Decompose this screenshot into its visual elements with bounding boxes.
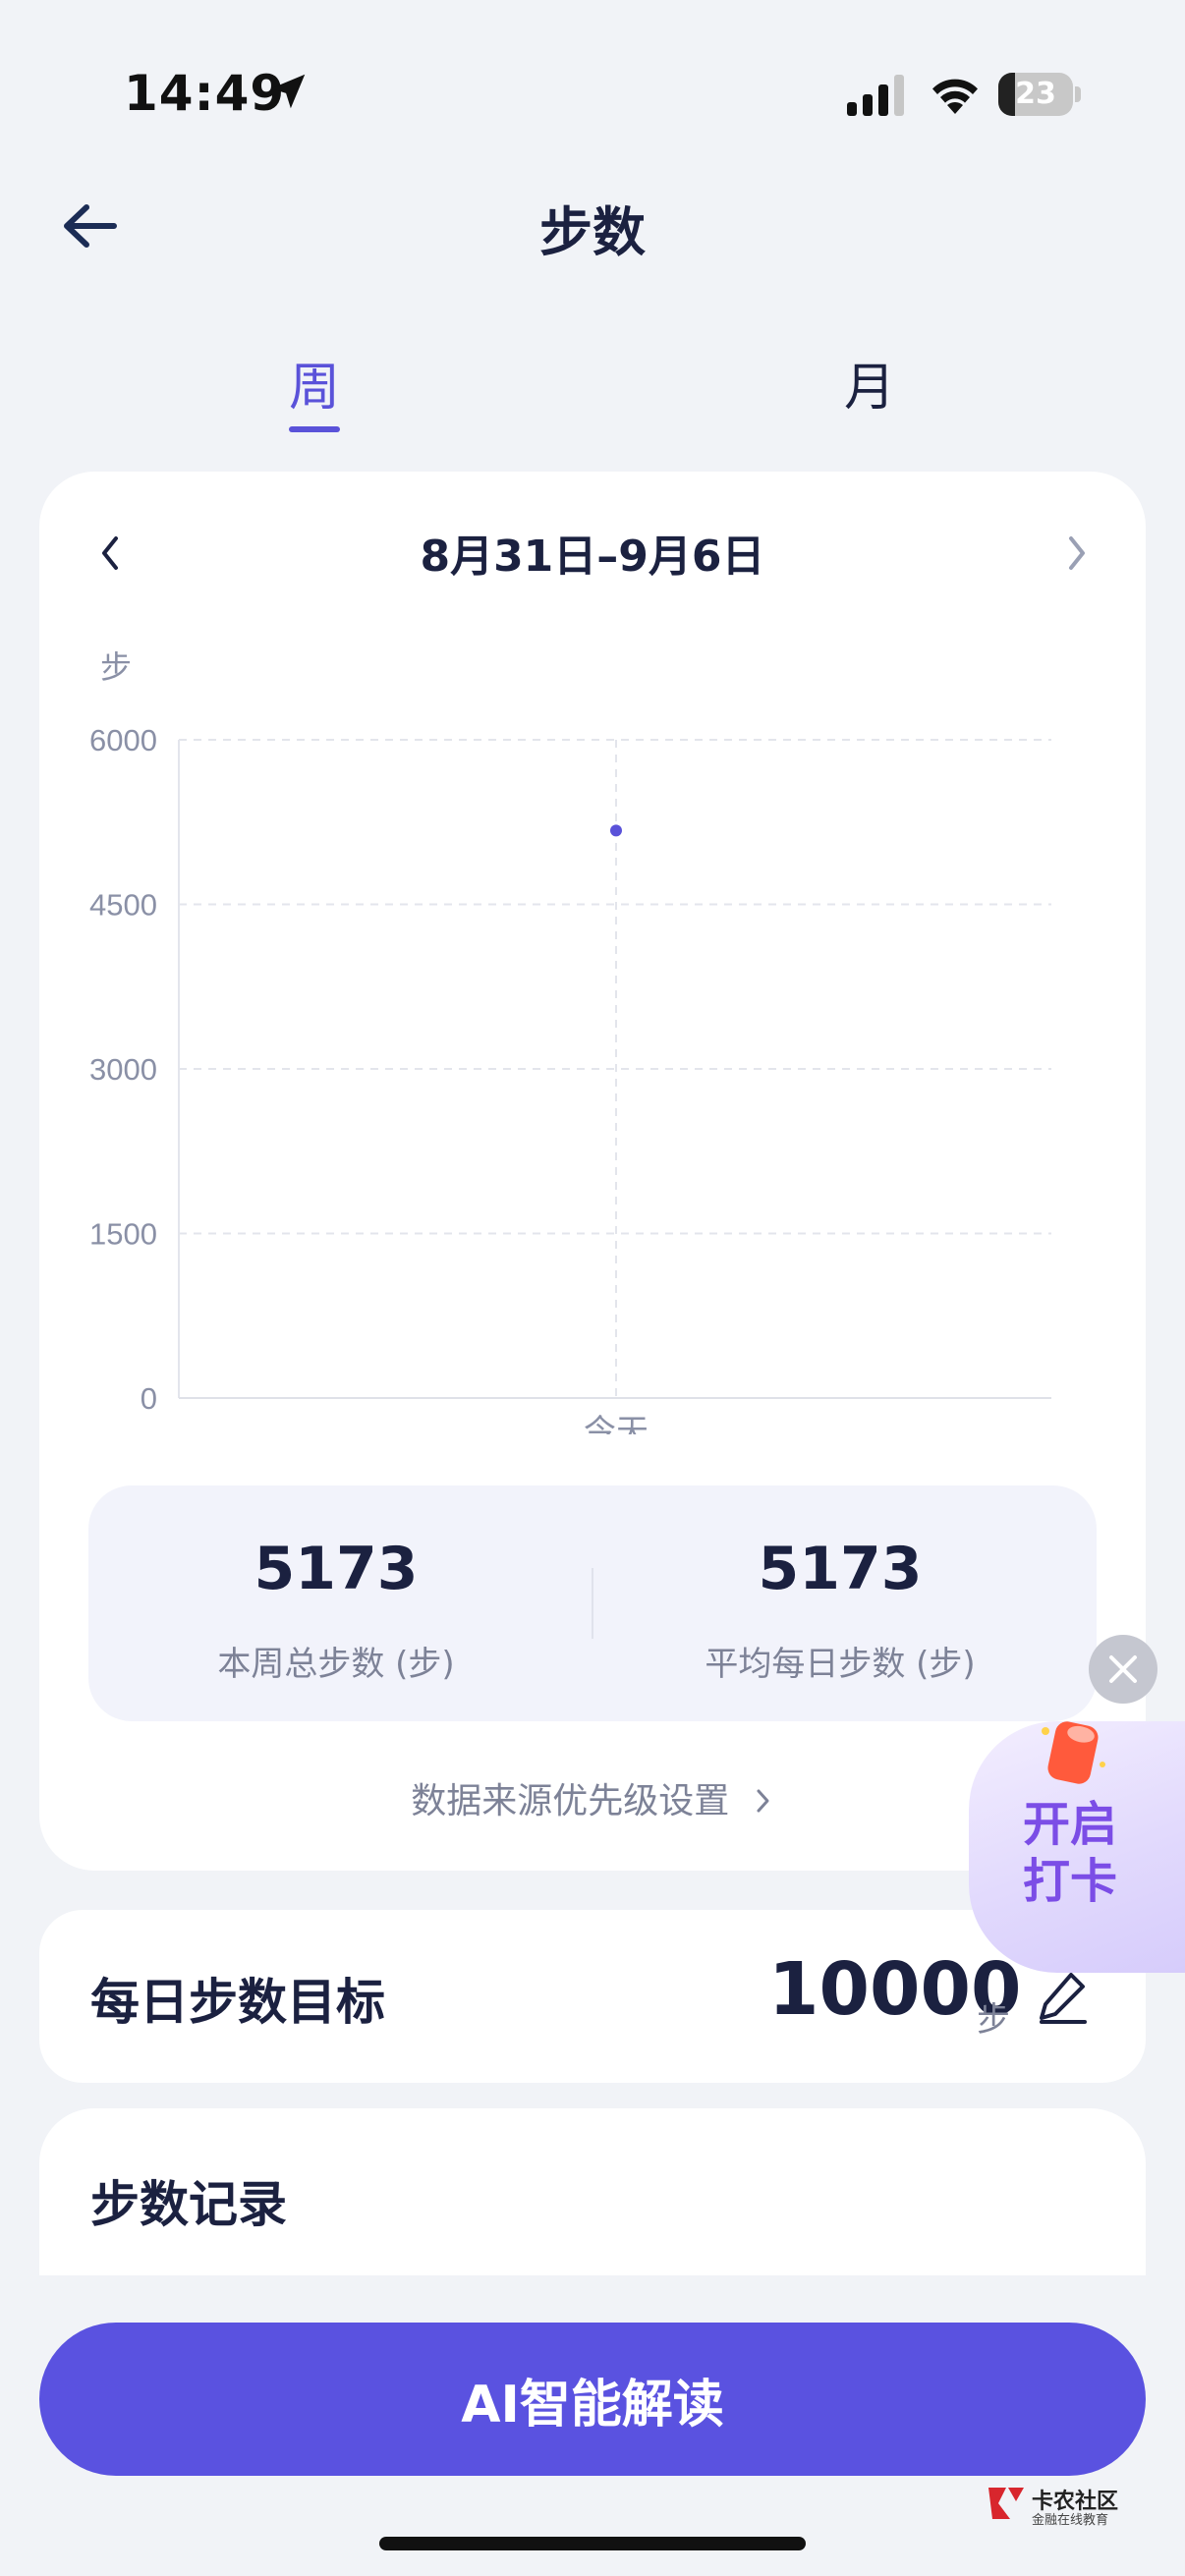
page-title: 步数	[539, 201, 646, 263]
y-tick-label: 4500	[89, 888, 157, 923]
location-arrow-icon	[270, 74, 306, 109]
close-floating-button[interactable]	[1089, 1635, 1157, 1704]
battery-indicator: 23	[998, 73, 1081, 116]
red-envelope-icon	[1042, 1721, 1105, 1784]
daily-average-value: 5173	[758, 1535, 923, 1603]
y-tick-label: 0	[141, 1381, 157, 1416]
y-tick-label: 3000	[89, 1052, 157, 1087]
pencil-edit-icon[interactable]	[1034, 1967, 1093, 2026]
step-records-title: 步数记录	[90, 2176, 287, 2233]
date-range: 8月31日–9月6日	[420, 532, 765, 582]
y-tick-label: 6000	[89, 723, 157, 757]
x-tick-label: 今天	[584, 1413, 649, 1434]
watermark-logo: 卡农社区 金融在线教育	[985, 2482, 1142, 2531]
y-axis-unit: 步	[100, 648, 133, 686]
daily-average-label: 平均每日步数 (步)	[705, 1645, 976, 1684]
weekly-total-value: 5173	[254, 1535, 419, 1603]
watermark-icon	[988, 2488, 1024, 2519]
data-point	[610, 824, 622, 837]
data-source-priority-label: 数据来源优先级设置	[411, 1781, 730, 1821]
daily-goal-label: 每日步数目标	[90, 1974, 385, 2031]
battery-percent: 23	[1015, 77, 1056, 111]
daily-goal-unit: 步	[977, 2000, 1010, 2040]
y-tick-label: 1500	[89, 1217, 157, 1252]
status-time: 14:49	[124, 65, 286, 122]
ai-analysis-button[interactable]: AI智能解读	[39, 2323, 1146, 2476]
tab-week[interactable]: 周	[216, 346, 413, 420]
check-in-line1: 开启	[1022, 1797, 1117, 1852]
steps-chart: 0 1500 3000 4500 6000 今天	[89, 723, 1051, 1434]
stats-divider	[592, 1568, 593, 1639]
watermark-subtext: 金融在线教育	[1032, 2513, 1109, 2528]
weekly-total-label: 本周总步数 (步)	[217, 1645, 455, 1684]
battery-tip	[1075, 86, 1081, 102]
home-indicator	[379, 2537, 806, 2550]
chevron-right-icon[interactable]	[1057, 529, 1097, 578]
wifi-icon	[932, 79, 978, 114]
close-icon	[1109, 1655, 1137, 1683]
active-tab-indicator	[289, 426, 340, 432]
chevron-right-icon	[757, 1789, 769, 1813]
check-in-line2: 打卡	[1022, 1854, 1117, 1909]
check-in-label: 开启 打卡	[987, 1796, 1154, 1910]
cellular-signal-icon	[847, 75, 904, 116]
tab-month[interactable]: 月	[771, 346, 968, 420]
